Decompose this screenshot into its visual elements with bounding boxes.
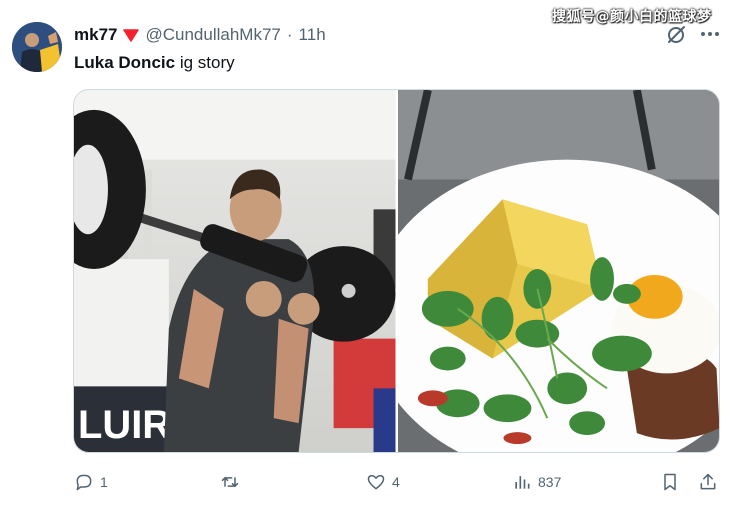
tweet-text: Luka Doncic ig story	[74, 52, 235, 74]
share-button[interactable]	[698, 469, 718, 495]
watermark: 搜狐号@颜小白的篮球梦	[552, 9, 712, 25]
heart-icon	[367, 475, 385, 490]
food-photo[interactable]	[397, 90, 719, 452]
like-count: 4	[392, 474, 400, 490]
banner-text: LUIR	[78, 403, 171, 447]
retweet-icon	[221, 477, 239, 487]
reply-count: 1	[100, 474, 108, 490]
more-options-icon[interactable]	[698, 23, 722, 45]
retweet-button[interactable]	[220, 469, 246, 495]
tweet-text-bold[interactable]: Luka Doncic	[74, 53, 175, 72]
tweet-text-rest: ig story	[175, 53, 235, 72]
user-handle[interactable]: @CundullahMk77	[145, 25, 280, 45]
grok-icon[interactable]	[665, 24, 687, 46]
reply-button[interactable]: 1	[74, 469, 108, 495]
analytics-icon	[515, 476, 530, 489]
avatar[interactable]	[12, 22, 62, 72]
separator-dot: ·	[286, 25, 293, 44]
reply-icon	[76, 474, 92, 491]
views-button[interactable]: 837	[512, 469, 561, 495]
share-icon	[700, 473, 716, 490]
bookmark-button[interactable]	[660, 469, 680, 495]
media-grid: LUIR	[73, 89, 720, 453]
display-name[interactable]: mk77	[74, 25, 117, 45]
timestamp[interactable]: 11h	[299, 25, 326, 45]
bookmark-icon	[664, 473, 676, 491]
tweet-header: mk77 @CundullahMk77 · 11h	[74, 24, 326, 46]
action-bar: 1 4 837	[74, 469, 724, 495]
tweet-card[interactable]: mk77 @CundullahMk77 · 11h 搜狐号@颜小白的篮球梦 Lu…	[0, 0, 737, 508]
downvote-badge-icon	[123, 29, 140, 42]
gym-photo[interactable]: LUIR	[74, 90, 396, 452]
like-button[interactable]: 4	[366, 469, 400, 495]
views-count: 837	[538, 474, 562, 490]
